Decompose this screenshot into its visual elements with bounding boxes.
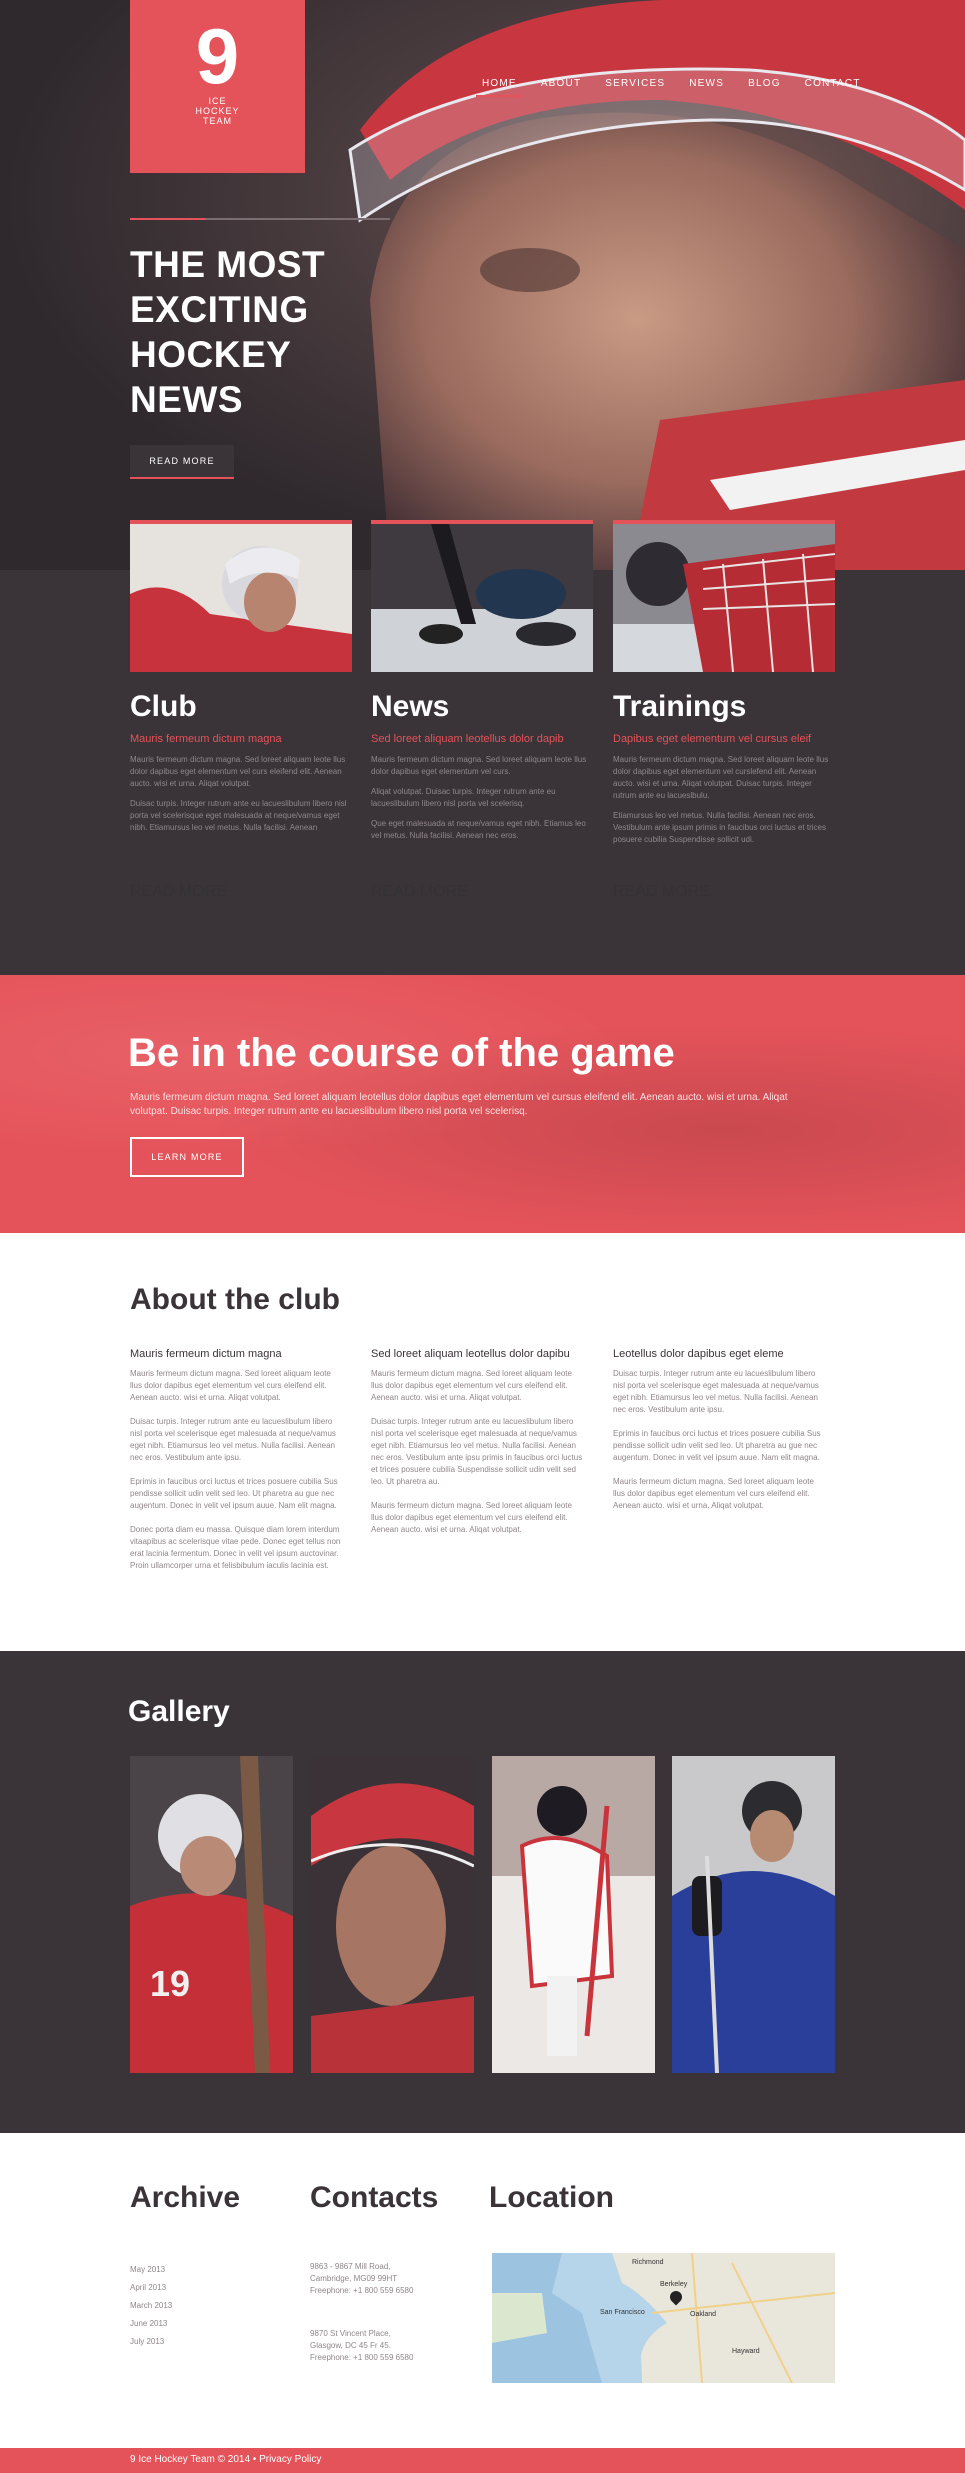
contacts-title: Contacts — [310, 2181, 439, 2214]
gallery-image-2[interactable] — [311, 1756, 474, 2073]
map-label: Hayward — [732, 2348, 760, 2355]
info-section: Archive May 2013 April 2013 March 2013 J… — [0, 2133, 965, 2448]
map-label: San Francisco — [600, 2309, 645, 2316]
footer: 9 Ice Hockey Team © 2014 • Privacy Polic… — [0, 2448, 965, 2473]
feature-news: News Sed loreet aliquam leotellus dolor … — [371, 520, 593, 842]
logo-line-3: TEAM — [202, 116, 232, 126]
hero-divider — [130, 218, 390, 220]
feature-trainings-text-1: Mauris fermeum dictum magna. Sed loreet … — [613, 755, 829, 800]
address-2: 9870 St Vincent Place, Glasgow, DC 45 Fr… — [310, 2328, 413, 2364]
gallery-title: Gallery — [128, 1695, 230, 1728]
feature-trainings-text-2: Etiamursus leo vel metus. Nulla facilisi… — [613, 811, 826, 844]
about-column-2: Sed loreet aliquam leotellus dolor dapib… — [371, 1348, 583, 1548]
archive-title: Archive — [130, 2181, 241, 2214]
logo-line-1: ICE — [208, 96, 227, 106]
about-paragraph: Mauris fermeum dictum magna. Sed loreet … — [371, 1501, 572, 1534]
about-paragraph: Mauris fermeum dictum magna. Sed loreet … — [613, 1477, 814, 1510]
logo-line-2: HOCKEY — [195, 106, 240, 116]
location-title: Location — [489, 2181, 614, 2214]
address-line: Freephone: +1 800 559 6580 — [310, 2286, 414, 2295]
feature-club-read-more-button[interactable]: READ MORE — [130, 883, 352, 901]
banner-title: Be in the course of the game — [128, 1031, 675, 1075]
feature-club-title: Club — [130, 690, 197, 723]
feature-news-subtitle: Sed loreet aliquam leotellus dolor dapib — [371, 733, 564, 745]
address-line: Cambridge, MG09 99HT — [310, 2274, 398, 2283]
about-column-1: Mauris fermeum dictum magna Mauris ferme… — [130, 1348, 342, 1584]
feature-trainings-read-more-button[interactable]: READ MORE — [613, 883, 835, 901]
hero-title-line: NEWS — [130, 379, 243, 420]
archive-link[interactable]: June 2013 — [130, 2315, 172, 2333]
hero-section: 9 ICE HOCKEY TEAM HOME ABOUT SERVICES NE… — [0, 0, 965, 570]
feature-news-title: News — [371, 690, 450, 723]
feature-news-read-more-button[interactable]: READ MORE — [371, 883, 593, 901]
features-section: Club Mauris fermeum dictum magna Mauris … — [0, 520, 965, 975]
gallery-section: Gallery 19 — [0, 1651, 965, 2133]
logo-number: 9 — [195, 12, 240, 100]
map-label: Berkeley — [660, 2281, 688, 2288]
main-nav: HOME ABOUT SERVICES NEWS BLOG CONTACT — [470, 78, 873, 97]
feature-news-text-2: Aliqat volutpat. Duisac turpis. Integer … — [371, 787, 556, 808]
feature-trainings-subtitle: Dapibus eget elementum vel cursus eleif — [613, 733, 812, 745]
about-paragraph: Donec porta diam eu massa. Quisque diam … — [130, 1525, 341, 1570]
about-paragraph: Eprimis in faucibus orci luctus et trice… — [613, 1429, 821, 1462]
nav-services[interactable]: SERVICES — [593, 78, 677, 89]
feature-trainings-title: Trainings — [613, 690, 747, 723]
about-title: About the club — [130, 1283, 340, 1316]
about-paragraph: Duisac turpis. Integer rutrum ante eu la… — [613, 1369, 819, 1414]
about-column-3: Leotellus dolor dapibus eget eleme Duisa… — [613, 1348, 825, 1524]
feature-club: Club Mauris fermeum dictum magna Mauris … — [130, 520, 352, 834]
hero-title: THE MOST EXCITING HOCKEY NEWS — [130, 242, 430, 422]
gallery-image-1[interactable]: 19 — [130, 1756, 293, 2073]
svg-text:19: 19 — [150, 1963, 190, 2004]
address-line: 9870 St Vincent Place, — [310, 2329, 391, 2338]
feature-trainings: Trainings Dapibus eget elementum vel cur… — [613, 520, 835, 846]
nav-contact[interactable]: CONTACT — [793, 78, 873, 89]
hero-title-line: EXCITING — [130, 289, 309, 330]
feature-news-image — [371, 520, 593, 672]
feature-club-image — [130, 520, 352, 672]
archive-link[interactable]: March 2013 — [130, 2297, 172, 2315]
feature-club-text-1: Mauris fermeum dictum magna. Sed loreet … — [130, 755, 346, 788]
feature-club-text-2: Duisac turpis. Integer rutrum ante eu la… — [130, 799, 347, 832]
about-column-heading: Leotellus dolor dapibus eget eleme — [613, 1348, 784, 1360]
feature-trainings-image — [613, 520, 835, 672]
location-map[interactable]: San Francisco Richmond Berkeley Oakland … — [492, 2253, 835, 2383]
address-line: Glasgow, DC 45 Fr 45. — [310, 2341, 391, 2350]
gallery-image-4[interactable] — [672, 1756, 835, 2073]
about-paragraph: Duisac turpis. Integer rutrum ante eu la… — [371, 1417, 583, 1486]
about-paragraph: Eprimis in faucibus orci luctus et trice… — [130, 1477, 338, 1510]
about-section: About the club Mauris fermeum dictum mag… — [0, 1233, 965, 1651]
about-paragraph: Mauris fermeum dictum magna. Sed loreet … — [371, 1369, 572, 1402]
nav-news[interactable]: NEWS — [677, 78, 736, 89]
about-column-heading: Mauris fermeum dictum magna — [130, 1348, 282, 1360]
archive-link[interactable]: May 2013 — [130, 2261, 172, 2279]
feature-news-text-1: Mauris fermeum dictum magna. Sed loreet … — [371, 755, 587, 776]
archive-list: May 2013 April 2013 March 2013 June 2013… — [130, 2261, 172, 2351]
banner-learn-more-button[interactable]: LEARN MORE — [130, 1137, 244, 1177]
archive-link[interactable]: July 2013 — [130, 2333, 172, 2351]
team-logo[interactable]: 9 ICE HOCKEY TEAM — [130, 0, 305, 173]
address-line: Freephone: +1 800 559 6580 — [310, 2353, 414, 2362]
archive-link[interactable]: April 2013 — [130, 2279, 172, 2297]
nav-blog[interactable]: BLOG — [736, 78, 793, 89]
map-label: Richmond — [632, 2259, 664, 2266]
about-paragraph: Mauris fermeum dictum magna. Sed loreet … — [130, 1369, 331, 1402]
banner-text: Mauris fermeum dictum magna. Sed loreet … — [130, 1092, 788, 1117]
about-column-heading: Sed loreet aliquam leotellus dolor dapib… — [371, 1348, 570, 1360]
map-label: Oakland — [690, 2311, 717, 2318]
banner-section: Be in the course of the game Mauris ferm… — [0, 975, 965, 1233]
address-1: 9863 - 9867 Mill Road, Cambridge, MG09 9… — [310, 2261, 413, 2297]
gallery-image-3[interactable] — [492, 1756, 655, 2073]
nav-about[interactable]: ABOUT — [529, 78, 593, 89]
about-paragraph: Duisac turpis. Integer rutrum ante eu la… — [130, 1417, 336, 1462]
address-line: 9863 - 9867 Mill Road, — [310, 2262, 391, 2271]
hero-title-line: THE MOST — [130, 244, 326, 285]
footer-text[interactable]: 9 Ice Hockey Team © 2014 • Privacy Polic… — [130, 2454, 321, 2465]
feature-club-subtitle: Mauris fermeum dictum magna — [130, 733, 282, 745]
hero-title-line: HOCKEY — [130, 334, 292, 375]
feature-news-text-3: Que eget malesuada at neque/vamus eget n… — [371, 819, 586, 840]
hero-read-more-button[interactable]: READ MORE — [130, 445, 234, 479]
nav-home[interactable]: HOME — [470, 78, 529, 97]
